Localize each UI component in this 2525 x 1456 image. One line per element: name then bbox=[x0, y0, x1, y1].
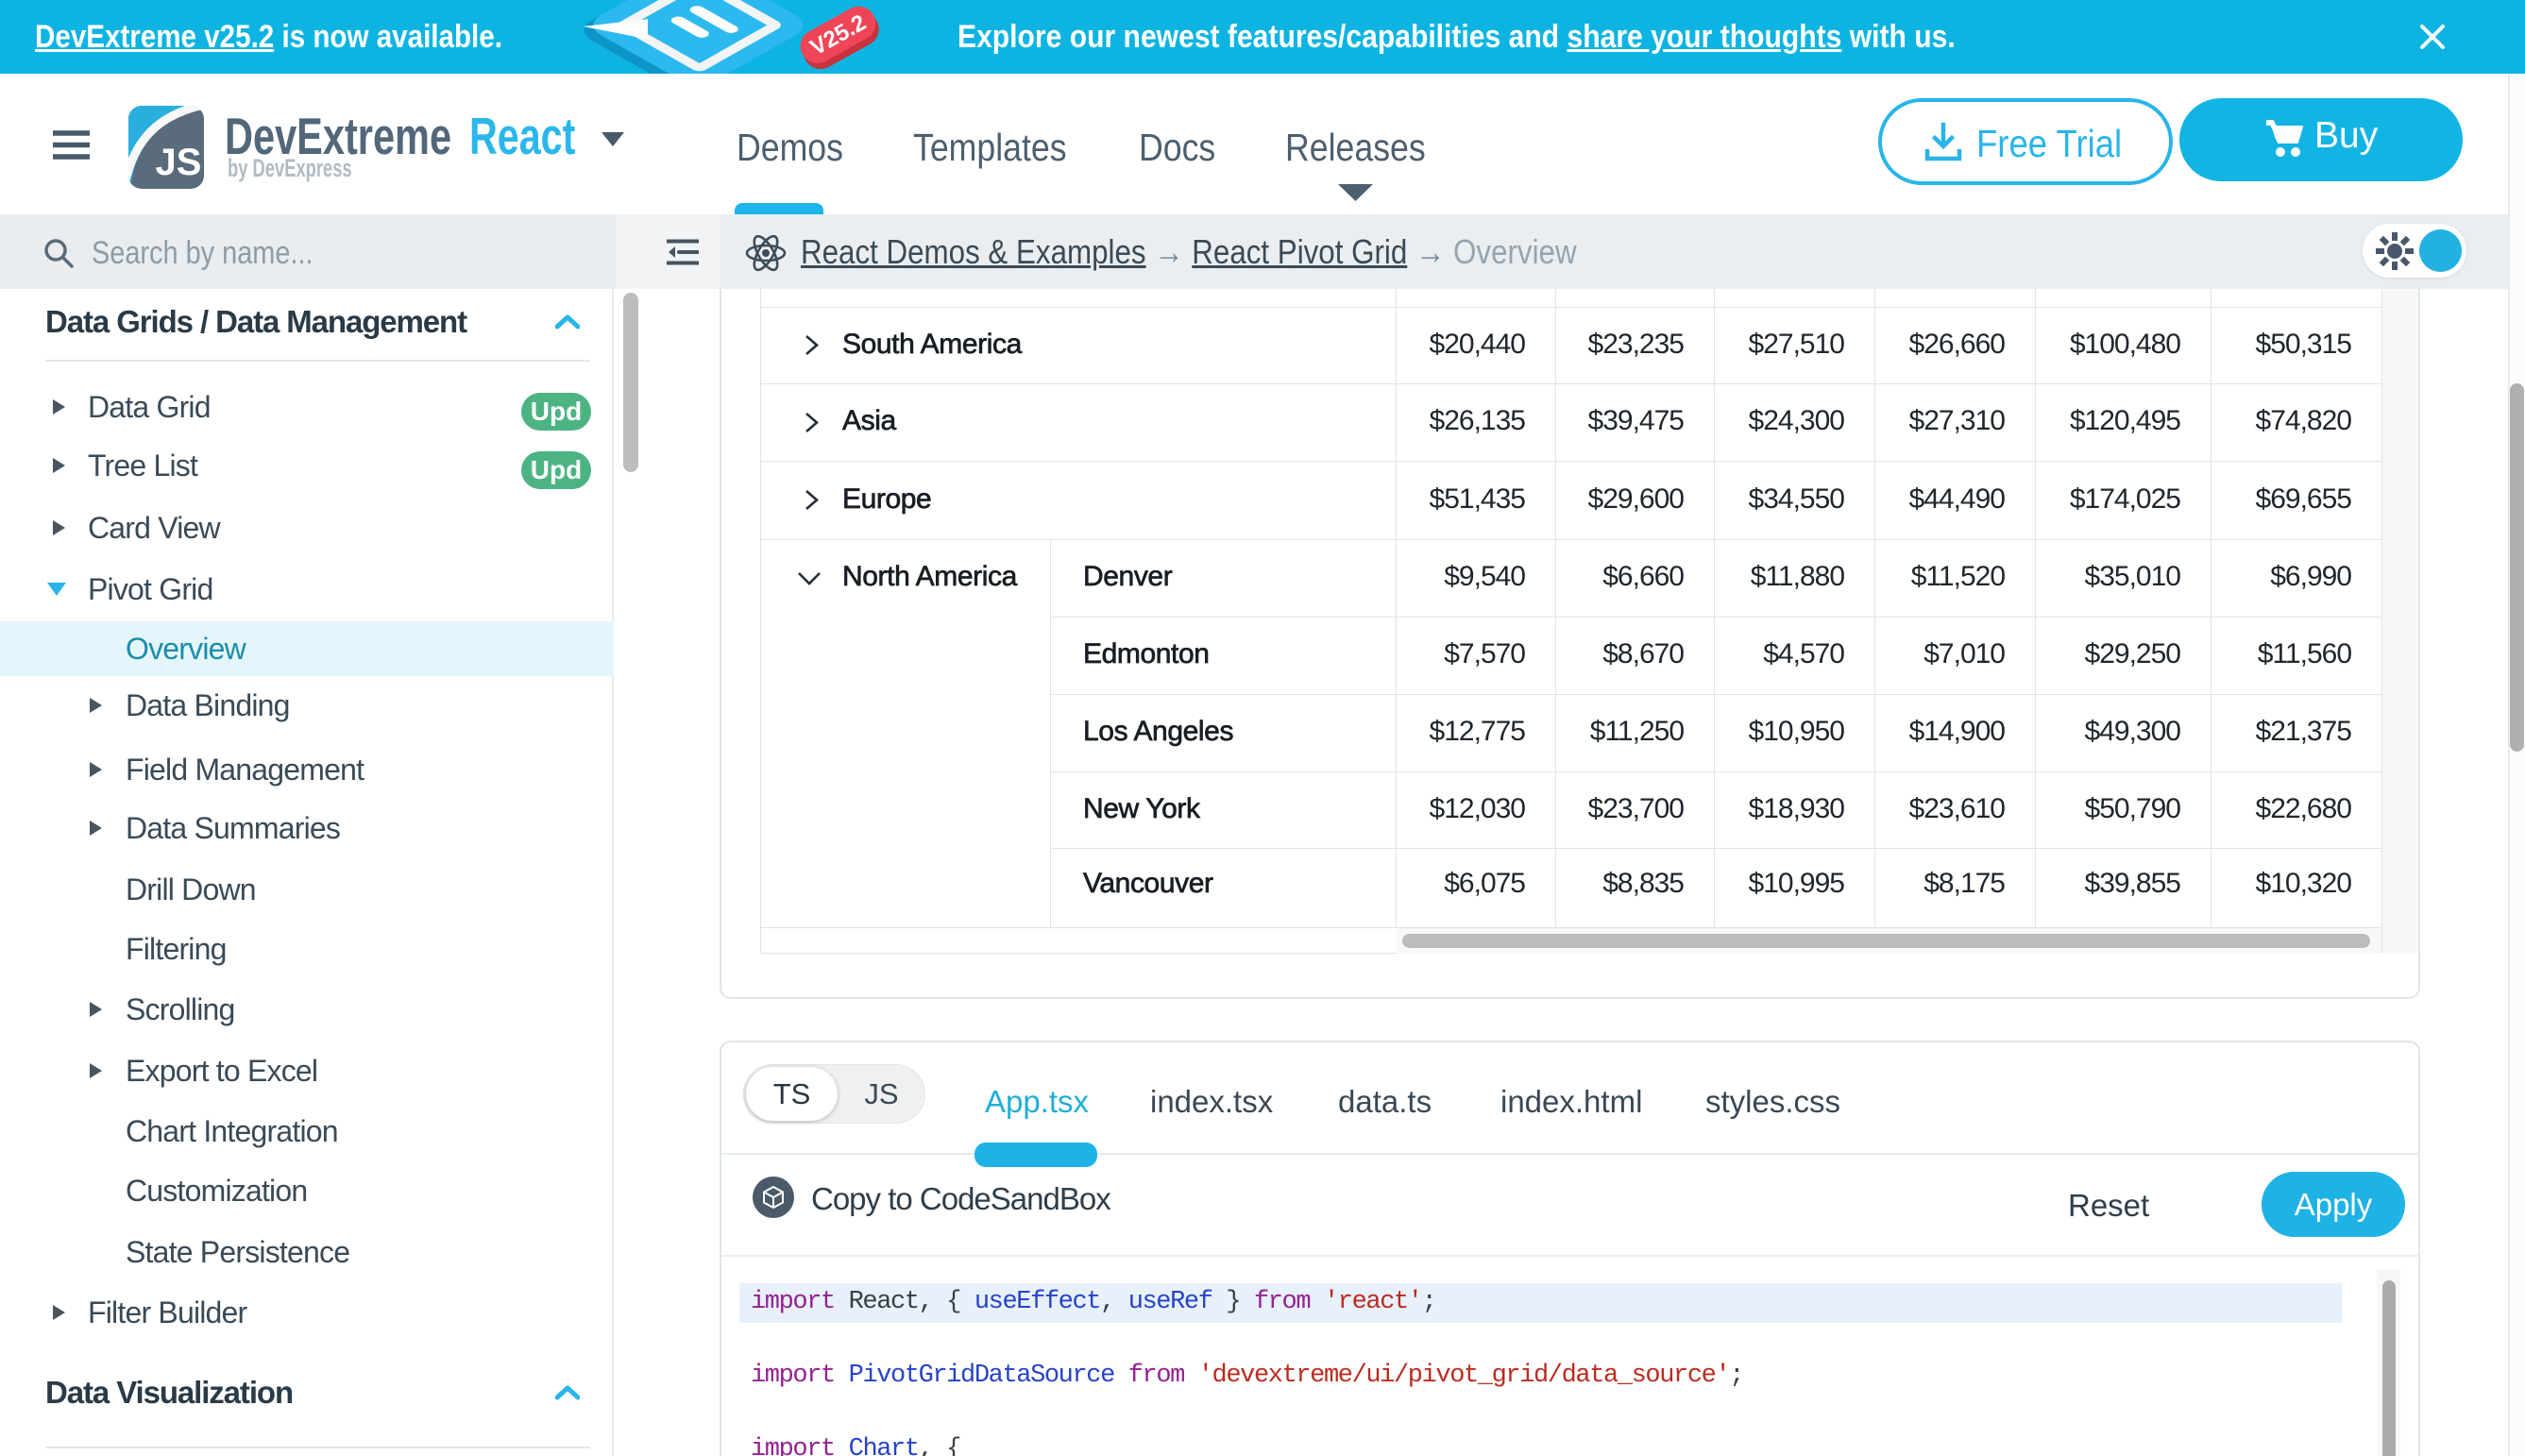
svg-text:JS: JS bbox=[156, 142, 202, 183]
